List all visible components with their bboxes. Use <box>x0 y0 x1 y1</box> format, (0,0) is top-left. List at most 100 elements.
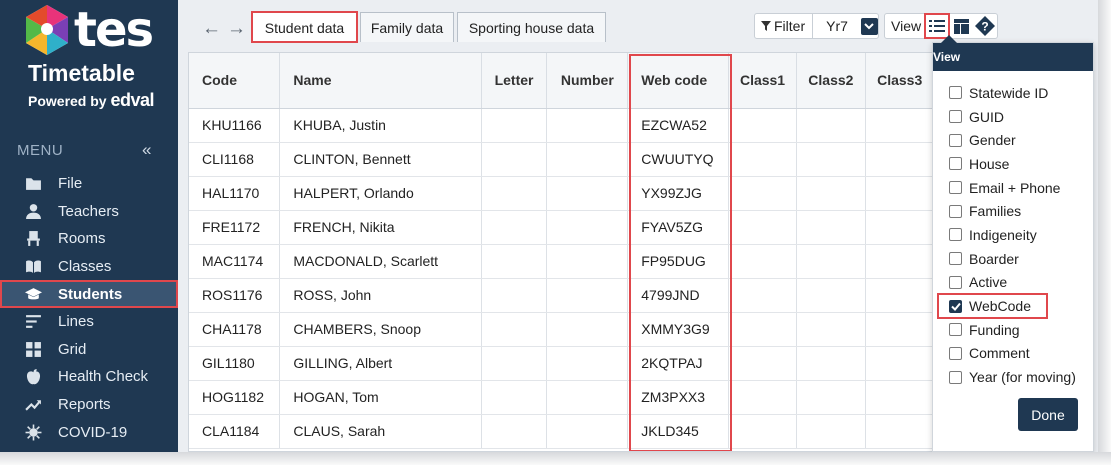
cell-letter[interactable] <box>481 278 548 313</box>
table-row[interactable]: MAC1174 MACDONALD, Scarlett FP95DUG <box>189 244 1037 279</box>
sidebar-item-file[interactable]: File <box>0 170 178 198</box>
cell-code[interactable]: CHA1178 <box>189 312 281 347</box>
cell-code[interactable]: KHU1166 <box>189 108 281 143</box>
cell-number[interactable] <box>546 142 629 177</box>
cell-web-code[interactable]: XMMY3G9 <box>627 312 730 347</box>
cell-class2[interactable] <box>796 346 866 381</box>
col-header-name[interactable]: Name <box>279 53 482 109</box>
collapse-sidebar-icon[interactable]: « <box>142 140 152 160</box>
table-row[interactable]: ROS1176 ROSS, John 4799JND <box>189 278 1037 313</box>
filter-button[interactable]: Filter <box>755 14 814 38</box>
back-arrow-icon[interactable]: ← <box>202 18 221 40</box>
cell-web-code[interactable]: FP95DUG <box>627 244 730 279</box>
cell-letter[interactable] <box>481 380 548 415</box>
checkbox-icon[interactable] <box>949 346 962 360</box>
cell-number[interactable] <box>546 414 629 449</box>
cell-number[interactable] <box>546 108 629 143</box>
cell-class1[interactable] <box>728 346 797 381</box>
cell-class3[interactable] <box>865 346 935 381</box>
cell-number[interactable] <box>546 244 629 279</box>
cell-web-code[interactable]: YX99ZJG <box>627 176 730 211</box>
cell-letter[interactable] <box>481 414 548 449</box>
cell-letter[interactable] <box>481 108 548 143</box>
help-icon[interactable]: ? <box>973 14 997 38</box>
view-option-families[interactable]: Families <box>949 199 1093 223</box>
cell-class1[interactable] <box>728 142 797 177</box>
cell-web-code[interactable]: EZCWA52 <box>627 108 730 143</box>
checkbox-icon[interactable] <box>949 252 962 266</box>
col-header-class2[interactable]: Class2 <box>796 53 866 109</box>
cell-class2[interactable] <box>796 210 866 245</box>
cell-code[interactable]: GIL1180 <box>189 346 281 381</box>
col-header-letter[interactable]: Letter <box>481 53 548 109</box>
cell-name[interactable]: GILLING, Albert <box>279 346 482 381</box>
cell-class3[interactable] <box>865 244 935 279</box>
sidebar-item-grid[interactable]: Grid <box>0 336 178 364</box>
checkbox-icon[interactable] <box>949 86 962 100</box>
cell-code[interactable]: CLI1168 <box>189 142 281 177</box>
checkbox-icon[interactable] <box>949 157 962 171</box>
view-option-guid[interactable]: GUID <box>949 105 1093 129</box>
view-option-indigeneity[interactable]: Indigeneity <box>949 223 1093 247</box>
cell-class3[interactable] <box>865 108 935 143</box>
cell-web-code[interactable]: CWUUTYQ <box>627 142 730 177</box>
cell-name[interactable]: CHAMBERS, Snoop <box>279 312 482 347</box>
done-button[interactable]: Done <box>1018 398 1078 431</box>
cell-letter[interactable] <box>481 210 548 245</box>
checkbox-icon[interactable] <box>949 228 962 242</box>
cell-class1[interactable] <box>728 176 797 211</box>
cell-name[interactable]: MACDONALD, Scarlett <box>279 244 482 279</box>
cell-letter[interactable] <box>481 346 548 381</box>
cell-class2[interactable] <box>796 108 866 143</box>
col-header-web-code[interactable]: Web code <box>627 53 730 109</box>
cell-number[interactable] <box>546 312 629 347</box>
sidebar-item-lines[interactable]: Lines <box>0 308 178 336</box>
cell-class3[interactable] <box>865 380 935 415</box>
cell-name[interactable]: ROSS, John <box>279 278 482 313</box>
cell-class2[interactable] <box>796 312 866 347</box>
table-row[interactable]: FRE1172 FRENCH, Nikita FYAV5ZG <box>189 210 1037 245</box>
cell-number[interactable] <box>546 278 629 313</box>
cell-web-code[interactable]: JKLD345 <box>627 414 730 449</box>
table-row[interactable]: CHA1178 CHAMBERS, Snoop XMMY3G9 <box>189 312 1037 347</box>
table-row[interactable]: HOG1182 HOGAN, Tom ZM3PXX3 <box>189 380 1037 415</box>
checkbox-icon[interactable] <box>949 181 962 195</box>
cell-letter[interactable] <box>481 312 548 347</box>
cell-web-code[interactable]: ZM3PXX3 <box>627 380 730 415</box>
checkbox-icon[interactable] <box>949 323 962 337</box>
col-header-class3[interactable]: Class3 <box>865 53 935 109</box>
cell-letter[interactable] <box>481 176 548 211</box>
checkbox-icon[interactable] <box>949 110 962 124</box>
cell-class3[interactable] <box>865 210 935 245</box>
col-header-code[interactable]: Code <box>189 53 281 109</box>
cell-name[interactable]: CLAUS, Sarah <box>279 414 482 449</box>
cell-class2[interactable] <box>796 414 866 449</box>
cell-class2[interactable] <box>796 278 866 313</box>
cell-letter[interactable] <box>481 142 548 177</box>
table-row[interactable]: CLI1168 CLINTON, Bennett CWUUTYQ <box>189 142 1037 177</box>
cell-web-code[interactable]: 4799JND <box>627 278 730 313</box>
cell-class1[interactable] <box>728 278 797 313</box>
checkbox-icon[interactable] <box>949 133 962 147</box>
cell-web-code[interactable]: 2KQTPAJ <box>627 346 730 381</box>
view-option-year-for-moving[interactable]: Year (for moving) <box>949 365 1093 389</box>
cell-code[interactable]: FRE1172 <box>189 210 281 245</box>
cell-class2[interactable] <box>796 244 866 279</box>
view-option-webcode[interactable]: WebCode <box>937 293 1048 319</box>
cell-class2[interactable] <box>796 176 866 211</box>
cell-code[interactable]: HOG1182 <box>189 380 281 415</box>
cell-class2[interactable] <box>796 142 866 177</box>
view-option-funding[interactable]: Funding <box>949 318 1093 342</box>
sidebar-item-students[interactable]: Students <box>0 280 178 308</box>
tab-student-data[interactable]: Student data <box>251 11 358 43</box>
cell-number[interactable] <box>546 380 629 415</box>
view-option-email-phone[interactable]: Email + Phone <box>949 176 1093 200</box>
view-option-comment[interactable]: Comment <box>949 342 1093 366</box>
cell-code[interactable]: MAC1174 <box>189 244 281 279</box>
view-option-house[interactable]: House <box>949 152 1093 176</box>
forward-arrow-icon[interactable]: → <box>227 18 246 40</box>
view-option-active[interactable]: Active <box>949 271 1093 295</box>
checkbox-icon[interactable] <box>949 275 962 289</box>
tab-family-data[interactable]: Family data <box>360 12 454 42</box>
cell-class3[interactable] <box>865 414 935 449</box>
